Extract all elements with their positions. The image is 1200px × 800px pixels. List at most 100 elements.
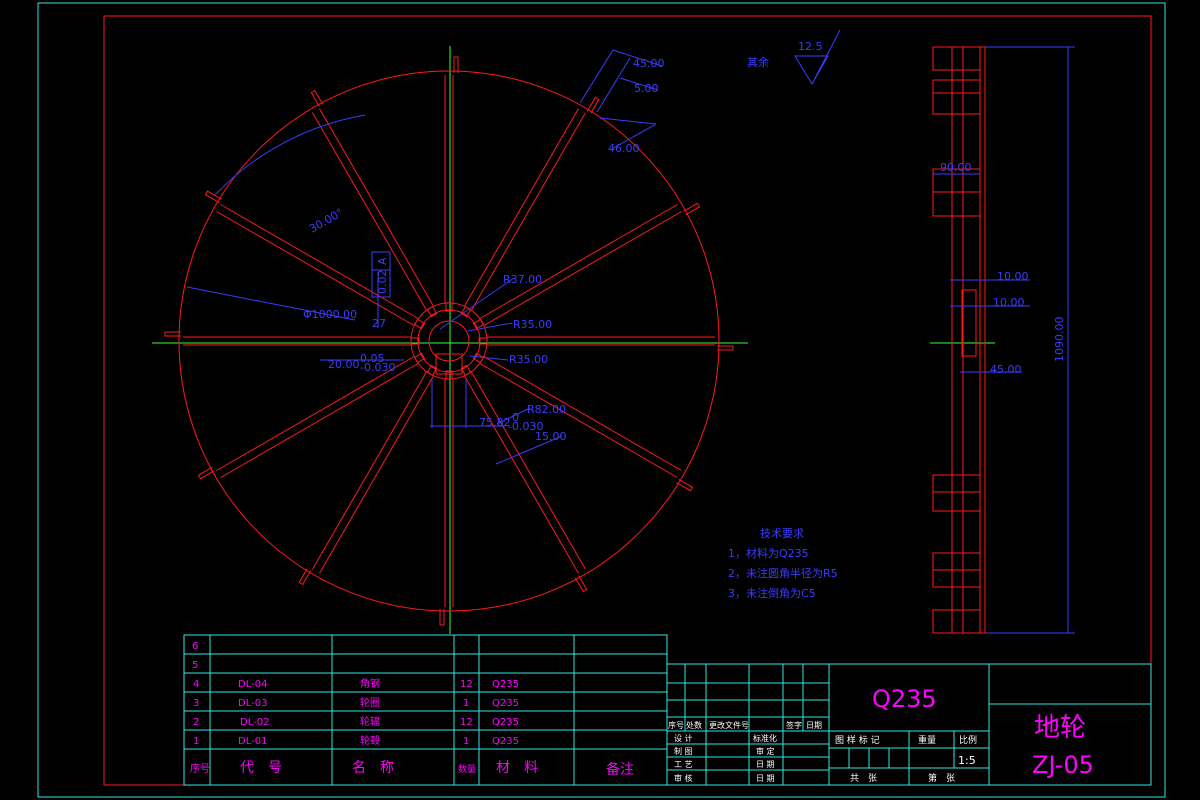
w20-lower-tol: -0.030 [360, 361, 395, 374]
spoke-edge [319, 375, 434, 574]
angle-steel-lug [197, 466, 215, 480]
r35-label-2: R35.00 [509, 353, 548, 366]
inner-frame [103, 15, 1152, 786]
bom-code: DL-03 [238, 698, 267, 709]
outer-frame [37, 2, 1166, 798]
angle-steel-lugs [164, 56, 734, 626]
r35-label: R35.00 [513, 318, 552, 331]
sign-label: 工 艺 [674, 760, 693, 769]
side-w10-label: 10.00 [997, 270, 1029, 283]
dim-46: 46.00 [608, 142, 640, 155]
rim-edge [979, 46, 986, 634]
tech-req-title: 技术要求 [760, 527, 804, 540]
bom-qty: 12 [460, 717, 473, 728]
side-block [932, 46, 981, 71]
r37-label: R37.00 [503, 273, 542, 286]
stage-label: 图 样 标 记 [835, 734, 880, 746]
side-block [932, 609, 981, 634]
bom-header-name: 名 称 [352, 760, 394, 776]
tech-req-item: 1，材料为Q235 [728, 546, 809, 560]
r82-label: R82.00 [527, 403, 566, 416]
roughness-label: 其余 [747, 55, 769, 69]
tolerance-value: 0.02 [376, 270, 389, 295]
spoke-edge [471, 371, 586, 570]
bom-code: DL-01 [238, 736, 267, 747]
side-hub [961, 289, 977, 357]
side-w10-label-2: 10.00 [993, 296, 1025, 309]
bom-header-no: 序号 [190, 762, 210, 775]
bom-qty: 1 [463, 736, 469, 747]
datum-letter: A [376, 257, 389, 265]
bom-empty-no: 6 [192, 641, 198, 652]
material-title: Q235 [872, 685, 937, 713]
detail-dim-line [579, 49, 614, 104]
drawing-number: ZJ-05 [1032, 751, 1094, 779]
bom-code: DL-02 [240, 717, 269, 728]
detail-dim-line [596, 57, 631, 113]
hub-ring [417, 309, 481, 373]
side-height-label: 1090.00 [1053, 317, 1066, 363]
angle-steel-lug [574, 575, 588, 593]
bom-qty: 1 [463, 698, 469, 709]
w20-label: 20.00 [328, 358, 360, 371]
dim-45: 45.00 [633, 57, 665, 70]
side-block [932, 474, 981, 512]
spoke-edge [220, 363, 419, 478]
w75-label: 75.82 [479, 416, 511, 429]
front-view [152, 46, 748, 634]
tech-req-item: 2，未注圆角半径为R5 [728, 566, 838, 580]
bom-no: 4 [193, 679, 199, 690]
outer-diameter-label: Φ1000.00 [303, 308, 357, 321]
dim-5: 5.00 [634, 82, 659, 95]
w15-label: 15.00 [535, 430, 567, 443]
weight-label: 重量 [918, 734, 936, 746]
bom-header-note: 备注 [606, 761, 634, 778]
drawing-sheet: Φ1000.00 30.00° 0.02 A 27 R37.00 R35.00 … [37, 2, 1166, 798]
bom-header-material: 材 料 [496, 760, 538, 776]
bom-material: Q235 [492, 698, 519, 709]
roughness-value: 12.5 [798, 40, 823, 53]
sign-label: 审 定 [756, 746, 775, 756]
bom-name: 轮辐 [360, 715, 380, 728]
angle-steel-lug [204, 190, 222, 204]
bom-material: Q235 [492, 736, 519, 747]
angle-steel-lug [683, 202, 701, 216]
sign-label: 设 计 [674, 733, 693, 743]
scale-value: 1:5 [958, 754, 976, 767]
bom-header-code: 代 号 [240, 760, 282, 776]
angle-arc [214, 114, 366, 196]
spoke-edge [483, 211, 682, 326]
spoke-edge [479, 204, 678, 319]
dim-27: 27 [372, 317, 386, 330]
sheet-no-label: 第 张 [928, 772, 955, 784]
scale-label: 比例 [959, 734, 977, 746]
angle-steel-lug [298, 568, 312, 586]
sign-label: 日 期 [756, 760, 775, 769]
side-w45-label: 45.00 [990, 363, 1022, 376]
bom-header-qty: 数量 [458, 763, 476, 775]
bom-material: Q235 [492, 717, 519, 728]
rev-header: 签字 [786, 720, 802, 730]
bom-qty: 12 [460, 679, 473, 690]
sign-label: 审 核 [674, 773, 693, 783]
sign-label: 标准化 [753, 733, 777, 743]
sign-label: 制 图 [674, 746, 693, 756]
total-sheets-label: 共 张 [850, 773, 877, 784]
sign-label: 日 期 [756, 774, 775, 783]
bom-no: 2 [193, 717, 199, 728]
angle-steel-lug [310, 89, 324, 107]
hub-outer [410, 302, 488, 380]
bom-name: 角钢 [360, 677, 380, 690]
bom-name: 轮毂 [360, 734, 380, 747]
rev-header: 更改文件号 [709, 720, 749, 730]
tech-req-item: 3，未注倒角为C5 [728, 586, 816, 600]
bom-name: 轮圈 [360, 696, 380, 709]
hub-bore [428, 320, 470, 362]
angle-label: 30.00° [307, 206, 346, 236]
bom-no: 1 [193, 736, 199, 747]
rev-header: 序号 [668, 720, 684, 730]
spoke-edge [312, 371, 427, 570]
rev-header: 处数 [686, 720, 702, 730]
bom-empty-no: 5 [192, 660, 198, 671]
bom-code: DL-04 [238, 679, 267, 690]
